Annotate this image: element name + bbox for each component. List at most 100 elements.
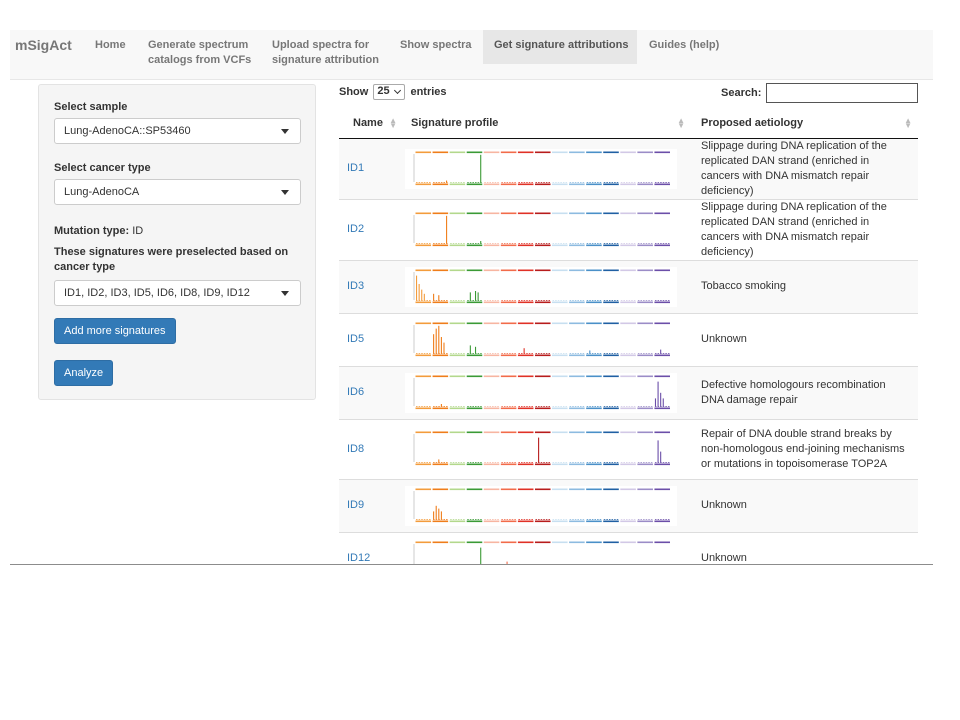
profile-bar	[667, 242, 670, 244]
profile-bar	[526, 405, 528, 407]
profile-bar	[492, 405, 494, 407]
profile-bar	[518, 405, 520, 407]
nav-guides[interactable]: Guides (help)	[640, 30, 728, 64]
signature-profile-image[interactable]	[405, 319, 677, 360]
profile-group-band	[603, 151, 619, 153]
profile-bar	[640, 518, 643, 520]
profile-group-band	[603, 354, 619, 356]
profile-bar	[620, 181, 623, 183]
column-header-profile[interactable]: Signature profile ▲ ▼	[403, 108, 691, 139]
signature-profile-image[interactable]	[405, 266, 677, 307]
profile-bar	[531, 518, 533, 520]
nav-home[interactable]: Home	[86, 30, 135, 64]
signature-name-link[interactable]: ID2	[339, 198, 403, 260]
profile-bar	[614, 352, 616, 354]
signature-profile-image[interactable]	[405, 538, 677, 565]
profile-bar	[486, 299, 489, 301]
profile-bar	[662, 352, 665, 354]
profile-bar	[455, 518, 457, 520]
signature-profile-image[interactable]	[405, 148, 677, 189]
profile-bar	[511, 462, 514, 463]
profile-bar	[631, 299, 633, 301]
profile-bar	[614, 181, 616, 183]
profile-bar	[438, 325, 440, 354]
signature-name-link[interactable]: ID6	[339, 365, 403, 419]
profile-bar	[569, 181, 572, 183]
profile-bar	[543, 299, 545, 301]
add-more-signatures-button[interactable]: Add more signatures	[54, 318, 176, 344]
profile-group-band	[432, 151, 449, 153]
signature-profile-image[interactable]	[405, 429, 677, 469]
sample-select[interactable]: Lung-AdenoCA::SP53460	[54, 118, 301, 144]
profile-group-band	[586, 301, 602, 303]
profile-bar	[440, 242, 443, 244]
nav-upload-spectra[interactable]: Upload spectra for signature attribution	[263, 30, 388, 66]
signature-name-link[interactable]: ID5	[339, 312, 403, 366]
profile-bar	[426, 518, 428, 520]
signature-name-link[interactable]: ID1	[339, 137, 403, 199]
profile-group-band	[483, 301, 500, 303]
profile-bar	[452, 299, 455, 301]
profile-group-band	[552, 431, 568, 434]
profile-group-band	[500, 463, 517, 466]
profile-bar	[606, 299, 608, 301]
signature-profile-image[interactable]	[405, 372, 677, 413]
profile-group-band	[603, 301, 619, 303]
nav-generate-spectrum[interactable]: Generate spectrum catalogs from VCFs	[139, 30, 260, 66]
profile-bar	[643, 181, 645, 183]
profile-bar	[443, 242, 446, 244]
column-header-aetiology[interactable]: Proposed aetiology ▲ ▼	[691, 108, 918, 139]
profile-group-band	[654, 407, 670, 409]
profile-bar	[557, 181, 560, 183]
profile-group-band	[603, 375, 619, 377]
signature-name-link[interactable]: ID8	[339, 418, 403, 479]
profile-group-band	[415, 301, 432, 303]
signature-profile-image[interactable]	[405, 209, 677, 250]
analyze-button[interactable]: Analyze	[54, 360, 114, 386]
nav-show-spectra[interactable]: Show spectra	[391, 30, 481, 64]
column-header-label: Signature profile	[411, 116, 499, 129]
signatures-table: Name ▲ ▼ Signature profile ▲ ▼ Proposed ae…	[339, 108, 918, 565]
search-input[interactable]	[766, 83, 918, 103]
profile-bar	[577, 299, 579, 301]
profile-group-band	[449, 244, 466, 246]
profile-group-band	[637, 212, 653, 214]
signature-profile-image[interactable]	[405, 485, 677, 526]
profile-bar	[543, 462, 545, 463]
profile-bar	[538, 181, 540, 183]
profile-bar	[438, 508, 440, 520]
profile-bar	[560, 352, 562, 354]
profile-group-band	[637, 463, 653, 466]
profile-bar	[665, 462, 667, 463]
profile-bar	[446, 215, 448, 244]
profile-bar	[440, 462, 443, 463]
profile-bar	[606, 518, 608, 520]
profile-bar	[494, 242, 497, 244]
profile-group-band	[449, 541, 466, 543]
signature-name-link[interactable]: ID12	[339, 531, 403, 564]
profile-bar	[628, 181, 631, 183]
profile-group-band	[449, 151, 466, 153]
profile-group-band	[466, 151, 483, 153]
profile-bar	[455, 352, 457, 354]
profile-bar	[450, 242, 452, 244]
profile-group-band	[552, 520, 568, 522]
profile-bar	[452, 405, 455, 407]
preselected-signatures-select[interactable]: ID1, ID2, ID3, ID5, ID6, ID8, ID9, ID12	[54, 280, 301, 306]
signature-profile-cell	[403, 418, 691, 479]
profile-group-band	[586, 212, 602, 214]
profile-bar	[440, 181, 443, 183]
profile-bar	[472, 181, 474, 183]
cancer-type-select[interactable]: Lung-AdenoCA	[54, 179, 301, 205]
profile-bar	[455, 405, 457, 407]
column-header-name[interactable]: Name ▲ ▼	[339, 108, 403, 139]
signature-name-link[interactable]: ID3	[339, 259, 403, 313]
profile-bar	[463, 352, 465, 354]
nav-get-signature-attributions[interactable]: Get signature attributions	[483, 30, 637, 64]
profile-bar	[438, 405, 440, 407]
profile-bar	[603, 352, 606, 354]
signature-name-link[interactable]: ID9	[339, 478, 403, 532]
brand-logo[interactable]: mSigAct	[15, 37, 72, 53]
page-length-select[interactable]: 25	[373, 84, 406, 100]
profile-bar	[620, 299, 623, 301]
